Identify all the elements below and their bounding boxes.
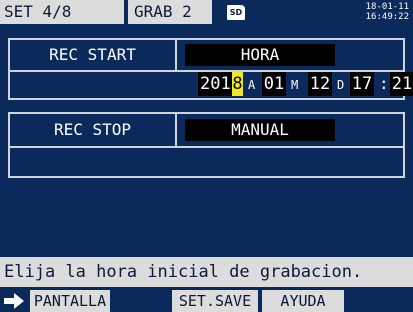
softkey-empty [112,290,170,312]
exit-arrow-icon[interactable] [4,292,28,310]
rec-stop-panel: REC STOP MANUAL [8,112,405,178]
month-field[interactable]: 01 [262,72,286,96]
divider [175,114,177,146]
month-unit: M [291,78,299,92]
softkey-ayuda[interactable]: AYUDA [262,290,344,312]
settings-page-tab[interactable]: SET 4/8 [0,0,124,24]
softkey-set-save[interactable]: SET.SAVE [172,290,258,312]
sd-card-icon: SD [227,5,245,20]
divider [175,40,177,70]
rec-start-label: REC START [49,45,136,64]
clock-date: 18-01-11 [365,2,409,12]
year-digit-field[interactable]: 8 [232,72,243,96]
day-unit: D [337,78,345,92]
rec-start-mode-field[interactable]: HORA [185,44,335,66]
year-prefix: 201 [198,72,232,96]
softkey-pantalla[interactable]: PANTALLA [30,290,110,312]
clock-time: 16:49:22 [365,12,409,22]
status-message: Elija la hora inicial de grabacion. [0,257,413,287]
header-bar: SET 4/8 GRAB 2 SD 18-01-11 16:49:22 [0,0,413,26]
instrument-screen: SET 4/8 GRAB 2 SD 18-01-11 16:49:22 REC … [0,0,413,312]
rec-stop-mode-field[interactable]: MANUAL [185,119,335,141]
rec-stop-label: REC STOP [53,120,132,139]
day-field[interactable]: 12 [308,72,332,96]
hour-field[interactable]: 17 [350,72,374,96]
time-colon: : [379,74,389,93]
clock-readout: 18-01-11 16:49:22 [366,2,409,22]
minute-field[interactable]: 21 [390,72,413,96]
year-unit: A [248,78,256,92]
tab-recording[interactable]: GRAB 2 [128,0,212,24]
